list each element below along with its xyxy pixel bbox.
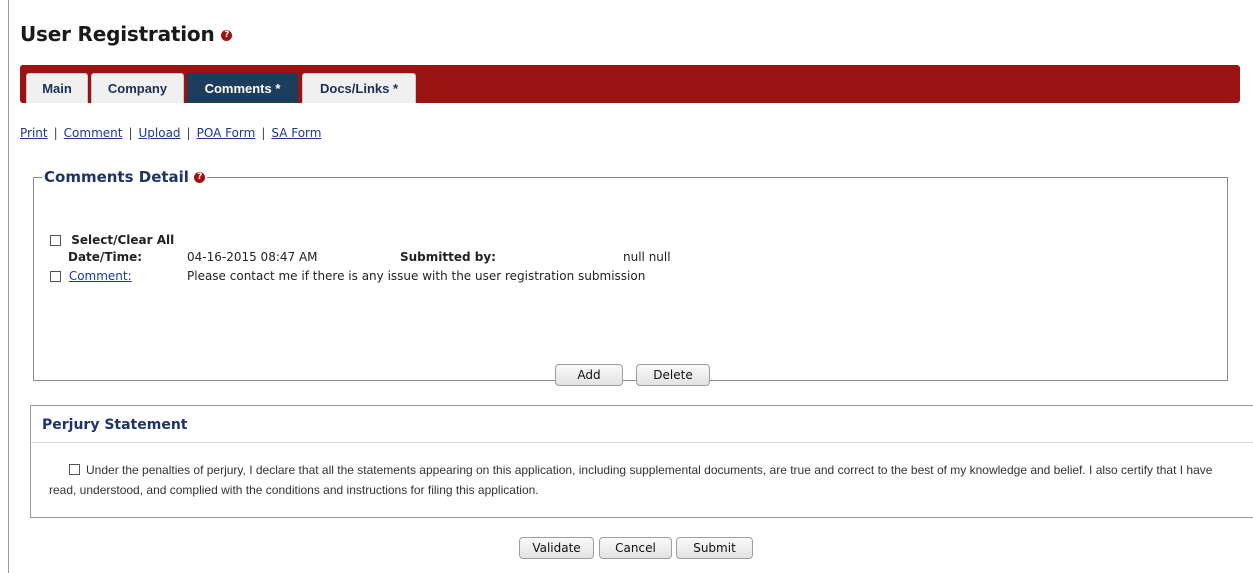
comment-text: Please contact me if there is any issue … [187,269,646,283]
perjury-checkbox[interactable] [69,464,80,476]
comment-row: Comment: [50,269,132,283]
submitted-by-value: null null [623,250,671,264]
tab-docs-links[interactable]: Docs/Links * [302,73,416,103]
perjury-statement: Under the penalties of perjury, I declar… [49,460,1224,500]
delete-button[interactable]: Delete [636,364,710,386]
comments-detail-panel: Comments Detail ? Select/Clear All Date/… [33,168,1228,386]
upload-link[interactable]: Upload [139,126,181,140]
add-button[interactable]: Add [555,364,623,386]
help-icon[interactable]: ? [221,30,233,41]
action-links: Print | Comment | Upload | POA Form | SA Form [20,126,321,140]
select-all-row: Select/Clear All [50,233,174,247]
poa-form-link[interactable]: POA Form [197,126,256,140]
perjury-panel: Perjury Statement Under the penalties of… [30,405,1253,518]
submitted-by-label: Submitted by: [400,250,496,264]
page-title: User Registration ? [20,22,233,46]
perjury-title: Perjury Statement [42,417,188,433]
sa-form-link[interactable]: SA Form [271,126,321,140]
tab-bar: Main Company Comments * Docs/Links * [20,65,1240,103]
comments-detail-title: Comments Detail [44,168,189,186]
comment-detail-link[interactable]: Comment: [69,269,132,283]
perjury-header: Perjury Statement [31,406,1253,443]
submit-button[interactable]: Submit [676,537,753,559]
comments-detail-legend: Comments Detail ? [42,168,207,186]
help-icon[interactable]: ? [194,172,206,183]
comment-link[interactable]: Comment [64,126,123,140]
select-all-checkbox[interactable] [50,235,61,246]
print-link[interactable]: Print [20,126,48,140]
comment-checkbox[interactable] [50,271,61,282]
tab-comments[interactable]: Comments * [187,73,298,103]
link-separator: | [261,126,266,140]
link-separator: | [53,126,58,140]
link-separator: | [186,126,191,140]
tab-main[interactable]: Main [26,73,88,103]
perjury-text: Under the penalties of perjury, I declar… [49,463,1213,497]
link-separator: | [128,126,133,140]
date-time-label: Date/Time: [68,250,143,264]
select-all-label: Select/Clear All [71,233,175,247]
tab-company[interactable]: Company [91,73,184,103]
date-time-value: 04-16-2015 08:47 AM [187,250,318,264]
page-title-text: User Registration [20,22,215,46]
validate-button[interactable]: Validate [519,537,594,559]
cancel-button[interactable]: Cancel [599,537,672,559]
